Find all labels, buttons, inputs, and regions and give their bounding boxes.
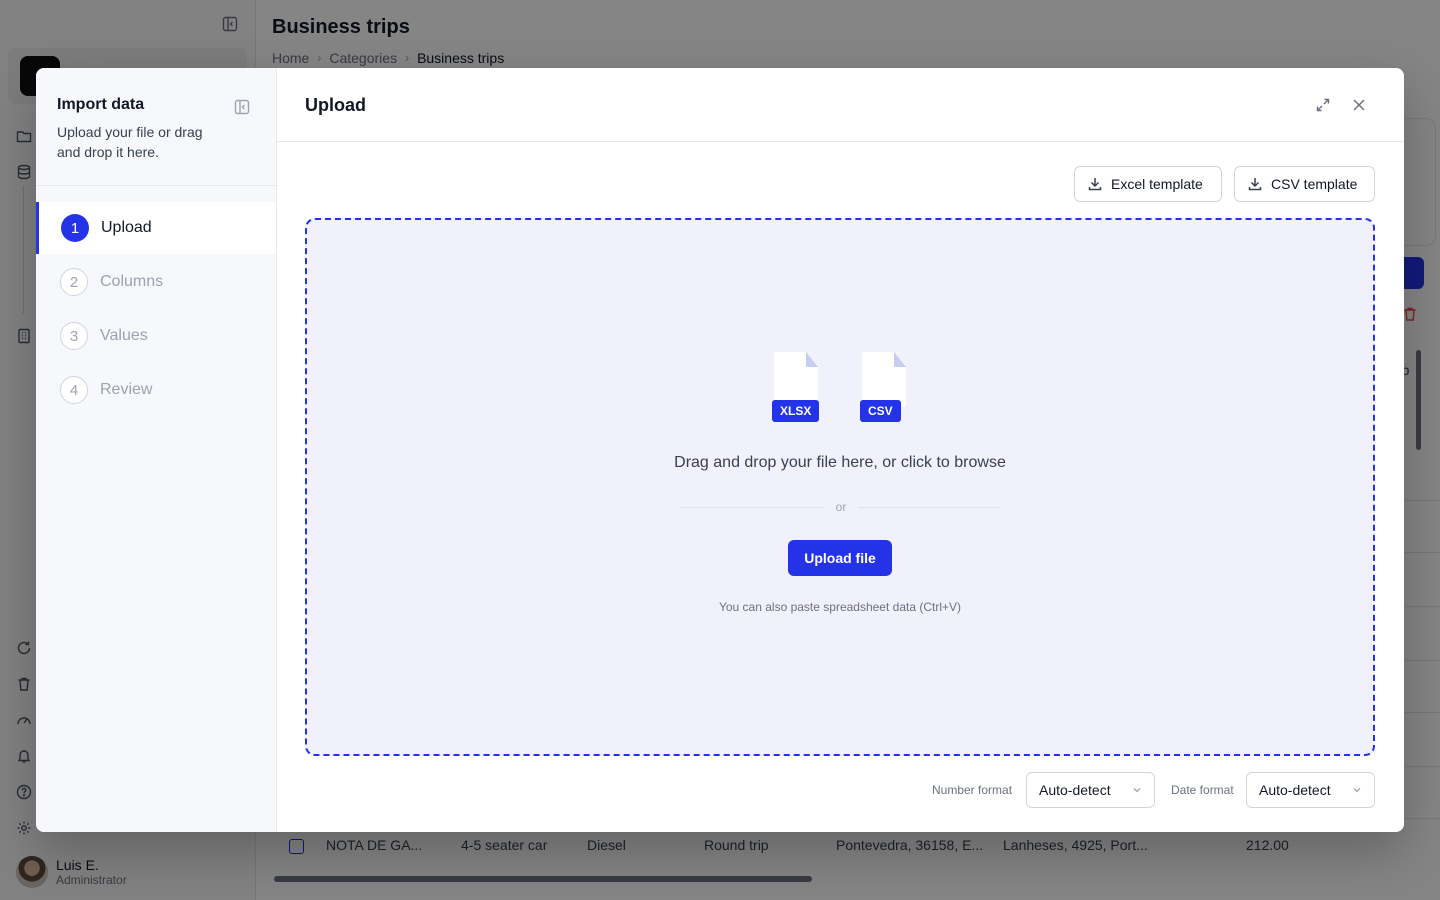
- import-title: Import data: [57, 96, 145, 113]
- step-label: Upload: [101, 219, 152, 236]
- paste-hint: You can also paste spreadsheet data (Ctr…: [718, 600, 962, 614]
- number-format-label: Number format: [932, 783, 1013, 797]
- step-columns[interactable]: 2 Columns: [36, 256, 276, 308]
- csv-file-icon: CSV: [860, 352, 908, 422]
- step-number: 1: [61, 214, 89, 242]
- excel-template-button[interactable]: Excel template: [1074, 166, 1222, 202]
- file-dropzone[interactable]: XLSX CSV Drag and drop your file here, o…: [305, 218, 1375, 756]
- import-description: Upload your file or drag and drop it her…: [57, 124, 203, 160]
- step-number: 3: [60, 322, 88, 350]
- date-format-label: Date format: [1171, 783, 1234, 797]
- step-label: Columns: [100, 273, 164, 290]
- dropzone-title: Drag and drop your file here, or click t…: [674, 454, 1006, 471]
- close-icon[interactable]: [1349, 95, 1369, 115]
- download-icon: [1088, 178, 1102, 191]
- chevron-down-icon: [1353, 788, 1361, 793]
- step-upload[interactable]: 1 Upload: [36, 202, 276, 254]
- import-data-modal: Import data Upload your file or drag and…: [36, 68, 1404, 832]
- content-title: Upload: [305, 95, 366, 115]
- expand-icon[interactable]: [1313, 95, 1333, 115]
- date-format-value: Auto-detect: [1259, 782, 1331, 798]
- step-label: Values: [100, 327, 148, 344]
- step-values[interactable]: 3 Values: [36, 310, 276, 362]
- import-steps-panel: Import data Upload your file or drag and…: [36, 68, 277, 832]
- step-number: 4: [60, 376, 88, 404]
- csv-tag: CSV: [860, 400, 901, 422]
- download-icon: [1248, 178, 1262, 191]
- number-format-select[interactable]: Auto-detect: [1026, 772, 1155, 808]
- panel-collapse-icon[interactable]: [234, 99, 250, 115]
- chevron-down-icon: [1133, 788, 1141, 793]
- upload-file-button[interactable]: Upload file: [788, 540, 892, 576]
- upload-content: Upload Excel template CSV template XLSX: [277, 68, 1404, 832]
- step-label: Review: [100, 381, 153, 398]
- step-number: 2: [60, 268, 88, 296]
- or-text: or: [835, 500, 847, 514]
- csv-template-label: CSV template: [1271, 176, 1358, 192]
- content-header: Upload: [277, 68, 1404, 142]
- xlsx-tag: XLSX: [772, 400, 820, 422]
- or-divider: or: [681, 500, 1002, 514]
- steps-header: Import data Upload your file or drag and…: [36, 68, 276, 186]
- excel-template-label: Excel template: [1111, 176, 1203, 192]
- csv-template-button[interactable]: CSV template: [1234, 166, 1375, 202]
- date-format-select[interactable]: Auto-detect: [1246, 772, 1375, 808]
- xlsx-file-icon: XLSX: [772, 352, 820, 422]
- step-review[interactable]: 4 Review: [36, 364, 276, 416]
- number-format-value: Auto-detect: [1039, 782, 1111, 798]
